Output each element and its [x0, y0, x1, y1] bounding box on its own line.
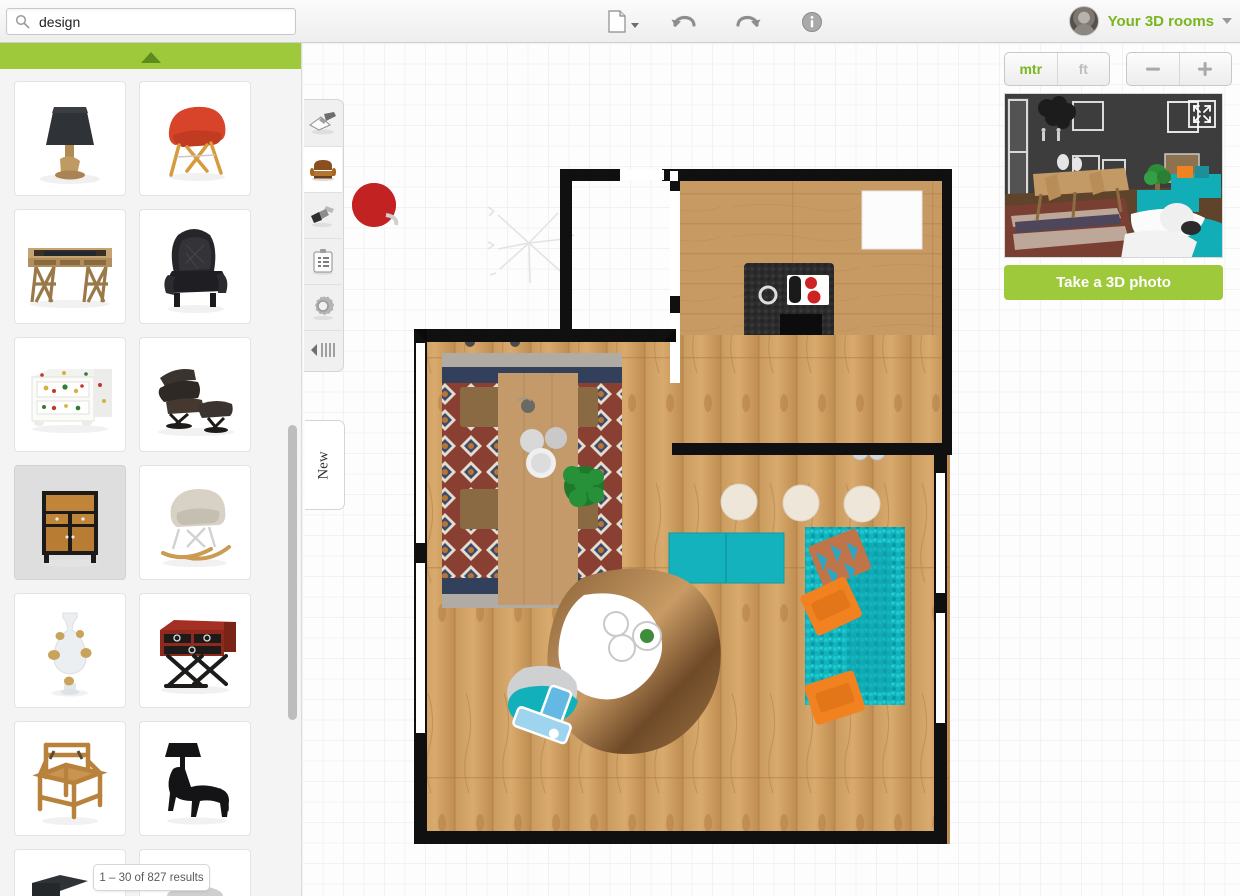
catalog-scrollbar[interactable]	[288, 425, 297, 720]
account-menu[interactable]: Your 3D rooms	[1069, 4, 1232, 38]
unit-option-mtr[interactable]: mtr	[1005, 53, 1057, 85]
catalog-item-red-molded-armchair[interactable]	[139, 81, 251, 196]
wooden-armchair-icon	[24, 731, 116, 827]
document-icon	[607, 9, 629, 35]
round-poufs	[721, 484, 880, 522]
horse-lamp-icon	[147, 731, 243, 827]
expand-arrows-icon[interactable]	[1188, 100, 1216, 128]
catalog-item-black-tufted-armchair[interactable]	[139, 209, 251, 324]
catalog-item-beige-rocking-chair[interactable]	[139, 465, 251, 580]
paintbrush-icon	[308, 203, 338, 229]
writing-desk-icon	[20, 224, 120, 310]
results-count-label: 1 – 30 of 827 results	[93, 864, 210, 891]
take-3d-photo-button[interactable]: Take a 3D photo	[1004, 265, 1223, 300]
notes-tool[interactable]	[304, 239, 342, 285]
catalog-item-red-campaign-side-table[interactable]	[139, 593, 251, 708]
catalog-item-wooden-cabinet[interactable]	[14, 465, 126, 580]
chevron-down-icon	[631, 23, 639, 28]
trowel-icon	[308, 111, 338, 137]
zoom-out-button[interactable]	[1127, 53, 1179, 85]
catalog-item-lounge-chair-and-ottoman[interactable]	[139, 337, 251, 452]
rocking-chair-icon	[147, 477, 243, 569]
ceramic-vase-icon	[33, 603, 107, 699]
plus-icon	[1195, 59, 1215, 79]
chevron-down-icon	[1222, 18, 1232, 24]
zoom-controls	[1126, 52, 1232, 86]
teal-bench	[669, 533, 784, 583]
decorated-chest-icon	[20, 355, 120, 435]
tufted-armchair-icon	[152, 219, 238, 315]
account-label: Your 3D rooms	[1108, 13, 1214, 30]
collapse-handle-icon	[308, 341, 338, 359]
avatar	[1069, 6, 1099, 36]
lounge-chair-ottoman-icon	[146, 352, 244, 438]
gear-icon	[309, 294, 337, 322]
minus-icon	[1143, 59, 1163, 79]
undo-arrow-icon	[669, 11, 699, 33]
info-circle-icon	[801, 11, 823, 33]
catalog-panel: 1 – 30 of 827 results	[0, 43, 302, 896]
settings-tool[interactable]	[304, 285, 342, 331]
catalog-item-wooden-armchair[interactable]	[14, 721, 126, 836]
catalog-grid	[0, 69, 302, 896]
campaign-side-table-icon	[146, 606, 244, 696]
redo-button[interactable]	[728, 5, 768, 38]
collapse-panel[interactable]	[304, 331, 342, 369]
table-lamp-icon	[27, 91, 113, 187]
wooden-cabinet-icon	[30, 477, 110, 569]
search-input[interactable]	[39, 10, 295, 33]
clipboard-icon	[310, 248, 336, 276]
red-armchair-icon	[149, 93, 241, 185]
teal-sectional-sofa	[799, 527, 905, 726]
new-project-tab-label: New	[316, 451, 333, 479]
catalog-item-black-horse-lamp[interactable]	[139, 721, 251, 836]
catalog-item-white-ceramic-vase[interactable]	[14, 593, 126, 708]
floor-tool[interactable]	[304, 101, 342, 147]
unit-option-ft[interactable]: ft	[1057, 53, 1110, 85]
catalog-collapse-bar[interactable]	[0, 43, 302, 69]
room-3d-preview[interactable]	[1004, 93, 1223, 258]
zoom-in-button[interactable]	[1179, 53, 1232, 85]
new-document-button[interactable]	[600, 5, 646, 38]
unit-toggle: mtr ft	[1004, 52, 1110, 86]
search-field-container[interactable]	[6, 8, 296, 35]
catalog-item-decorated-white-chest[interactable]	[14, 337, 126, 452]
catalog-item-table-lamp-black-shade[interactable]	[14, 81, 126, 196]
undo-button[interactable]	[664, 5, 704, 38]
new-project-tab[interactable]: New	[305, 420, 345, 510]
catalog-item-campaign-writing-desk[interactable]	[14, 209, 126, 324]
info-button[interactable]	[795, 5, 829, 38]
top-toolbar: Your 3D rooms	[0, 0, 1240, 43]
search-icon	[15, 14, 30, 29]
furniture-tool[interactable]	[304, 147, 342, 193]
armchair-icon	[308, 157, 338, 183]
triangle-up-icon	[141, 52, 161, 63]
tool-rail	[304, 99, 344, 372]
redo-arrow-icon	[733, 11, 763, 33]
paint-tool[interactable]	[304, 193, 342, 239]
